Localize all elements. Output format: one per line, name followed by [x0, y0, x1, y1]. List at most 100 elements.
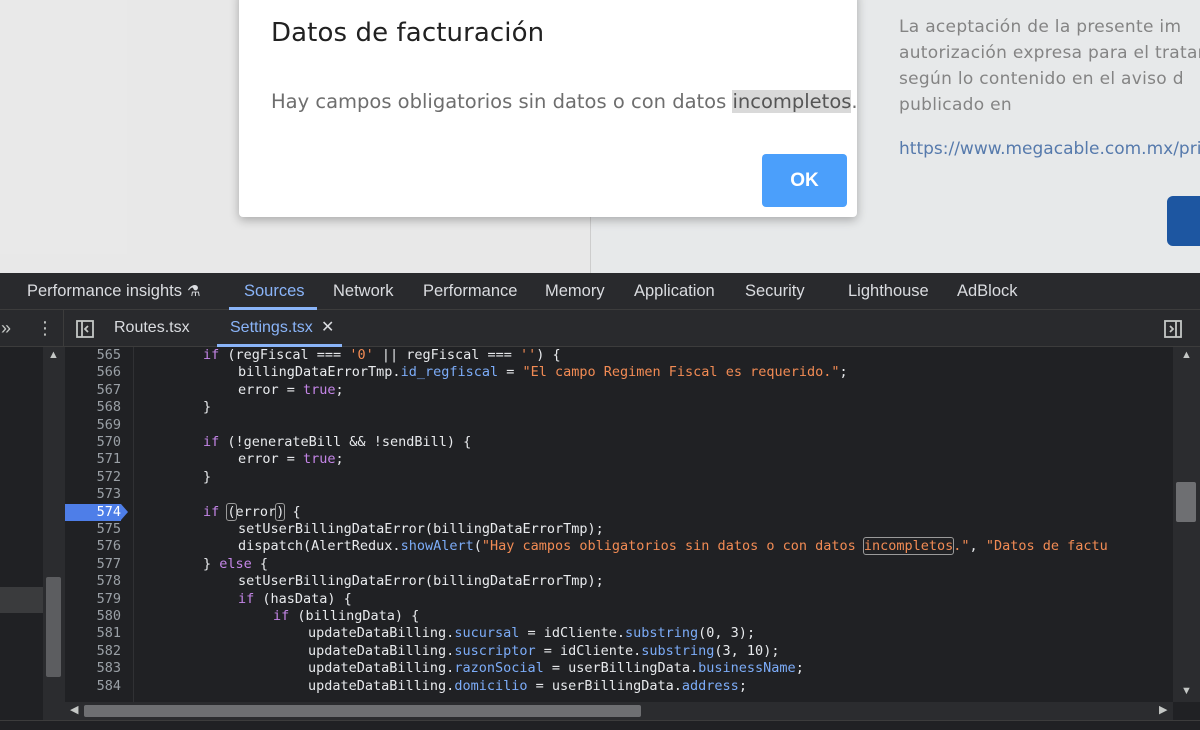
- code-line: billingDataErrorTmp.id_regfiscal = "El c…: [238, 364, 848, 381]
- file-navigator[interactable]: [0, 347, 43, 730]
- line-number[interactable]: 567: [65, 382, 121, 399]
- scroll-up-icon[interactable]: ▲: [48, 349, 59, 361]
- code-token: (0, 3);: [698, 625, 756, 642]
- code-token: || regFiscal ===: [373, 347, 521, 363]
- line-number[interactable]: 582: [65, 643, 121, 660]
- code-line: dispatch(AlertRedux.showAlert("Hay campo…: [238, 537, 1108, 556]
- search-match: incompletos: [862, 537, 955, 556]
- scroll-up-icon[interactable]: ▲: [1181, 349, 1192, 361]
- code-line: if (error) {: [203, 502, 301, 521]
- code-token: = idCliente.: [519, 625, 626, 642]
- dialog-message-text: Hay campos obligatorios sin datos o con …: [271, 90, 733, 113]
- tab-lighthouse[interactable]: Lighthouse: [848, 273, 929, 310]
- tab-security[interactable]: Security: [745, 273, 805, 310]
- tab-network[interactable]: Network: [333, 273, 394, 310]
- code-token: error: [235, 503, 277, 520]
- chevron-double-right-icon[interactable]: »: [1, 310, 11, 346]
- scroll-thumb[interactable]: [1176, 482, 1196, 522]
- tab-performance-insights[interactable]: Performance insights ⚗: [27, 273, 200, 310]
- line-number[interactable]: 584: [65, 678, 121, 695]
- code-line: updateDataBilling.razonSocial = userBill…: [308, 660, 804, 677]
- editor-horizontal-scrollbar[interactable]: ◀ ▶: [65, 702, 1173, 720]
- tab-performance[interactable]: Performance: [423, 273, 517, 310]
- tab-adblock[interactable]: AdBlock: [957, 273, 1018, 310]
- scroll-down-icon[interactable]: ▼: [1181, 685, 1192, 697]
- code-line: updateDataBilling.sucursal = idCliente.s…: [308, 625, 755, 642]
- line-number[interactable]: 570: [65, 434, 121, 451]
- code-token: billingDataErrorTmp.: [238, 364, 401, 381]
- code-token: = userBillingData.: [543, 660, 699, 677]
- line-number[interactable]: 583: [65, 660, 121, 677]
- line-number-gutter[interactable]: 565 566 567 568 569 570 571 572 573 574 …: [65, 347, 134, 702]
- code-token: if: [203, 434, 220, 450]
- code-editor[interactable]: 565 566 567 568 569 570 571 572 573 574 …: [65, 347, 1173, 702]
- code-token: '0': [349, 347, 374, 363]
- line-number[interactable]: 565: [65, 347, 121, 364]
- file-tab-bar: » ⋮ Routes.tsx Settings.tsx ✕: [0, 310, 1200, 347]
- close-tab-icon[interactable]: ✕: [321, 310, 334, 346]
- navigator-scrollbar[interactable]: ▲: [43, 347, 65, 730]
- line-number[interactable]: 566: [65, 364, 121, 381]
- code-token: if: [203, 347, 220, 363]
- code-line: setUserBillingDataError(billingDataError…: [238, 573, 604, 590]
- code-token: error =: [238, 381, 304, 398]
- editor-vertical-scrollbar[interactable]: ▲ ▼: [1173, 347, 1200, 702]
- scroll-thumb[interactable]: [46, 577, 61, 677]
- code-token: error =: [238, 451, 304, 468]
- code-token: businessName: [698, 660, 796, 677]
- dialog-title: Datos de facturación: [271, 18, 545, 48]
- line-number[interactable]: 572: [65, 469, 121, 486]
- line-number[interactable]: 569: [65, 417, 121, 434]
- tab-label: Performance insights: [27, 282, 182, 300]
- ok-button[interactable]: OK: [762, 154, 847, 207]
- more-vertical-icon[interactable]: ⋮: [36, 310, 54, 346]
- code-token: address: [681, 677, 739, 694]
- dialog-message: Hay campos obligatorios sin datos o con …: [271, 90, 858, 113]
- code-token: updateDataBilling.: [308, 642, 455, 659]
- line-number[interactable]: 577: [65, 556, 121, 573]
- file-tab-routes[interactable]: Routes.tsx: [114, 310, 190, 346]
- line-number[interactable]: 578: [65, 573, 121, 590]
- dialog-message-highlight: incompletos: [732, 90, 852, 113]
- code-token: (regFiscal ===: [219, 347, 350, 363]
- line-number-breakpoint[interactable]: 574: [65, 504, 121, 521]
- code-token: if: [273, 608, 290, 624]
- alert-dialog: Datos de facturación Hay campos obligato…: [239, 0, 858, 217]
- tab-application[interactable]: Application: [634, 273, 715, 310]
- code-line: error = true;: [238, 382, 344, 399]
- code-token: "Hay campos obligatorios sin datos o con…: [481, 538, 864, 555]
- code-token: ;: [839, 364, 848, 381]
- code-token: ,: [969, 538, 986, 555]
- line-number[interactable]: 581: [65, 625, 121, 642]
- code-line: updateDataBilling.domicilio = userBillin…: [308, 678, 747, 695]
- tab-memory[interactable]: Memory: [545, 273, 605, 310]
- dialog-message-end: .: [851, 90, 858, 113]
- code-token: (hasData) {: [254, 590, 352, 607]
- line-number[interactable]: 575: [65, 521, 121, 538]
- code-token: ;: [738, 677, 747, 694]
- selected-file-row[interactable]: [0, 587, 43, 613]
- line-number[interactable]: 573: [65, 486, 121, 503]
- scroll-left-icon[interactable]: ◀: [70, 703, 78, 716]
- line-number[interactable]: 571: [65, 451, 121, 468]
- code-token: "El campo Regimen Fiscal es requerido.": [522, 364, 840, 381]
- line-number[interactable]: 576: [65, 538, 121, 555]
- status-bar: [0, 720, 1200, 730]
- code-line: }: [203, 468, 212, 485]
- code-line: if (hasData) {: [238, 591, 352, 608]
- toggle-debugger-icon[interactable]: [1163, 310, 1183, 346]
- toggle-navigator-icon[interactable]: [75, 310, 95, 346]
- line-number[interactable]: 568: [65, 399, 121, 416]
- scroll-right-icon[interactable]: ▶: [1159, 703, 1167, 716]
- code-token: ) {: [536, 347, 561, 363]
- scroll-thumb[interactable]: [84, 705, 641, 717]
- code-token: ;: [795, 660, 804, 677]
- line-number[interactable]: 580: [65, 608, 121, 625]
- code-token: (3, 10);: [714, 642, 780, 659]
- tab-sources[interactable]: Sources: [244, 273, 305, 310]
- code-token: = userBillingData.: [527, 677, 682, 694]
- line-number[interactable]: 579: [65, 591, 121, 608]
- code-token: substring: [625, 625, 699, 642]
- code-token: ;: [335, 451, 344, 468]
- file-tab-settings[interactable]: Settings.tsx: [230, 310, 313, 346]
